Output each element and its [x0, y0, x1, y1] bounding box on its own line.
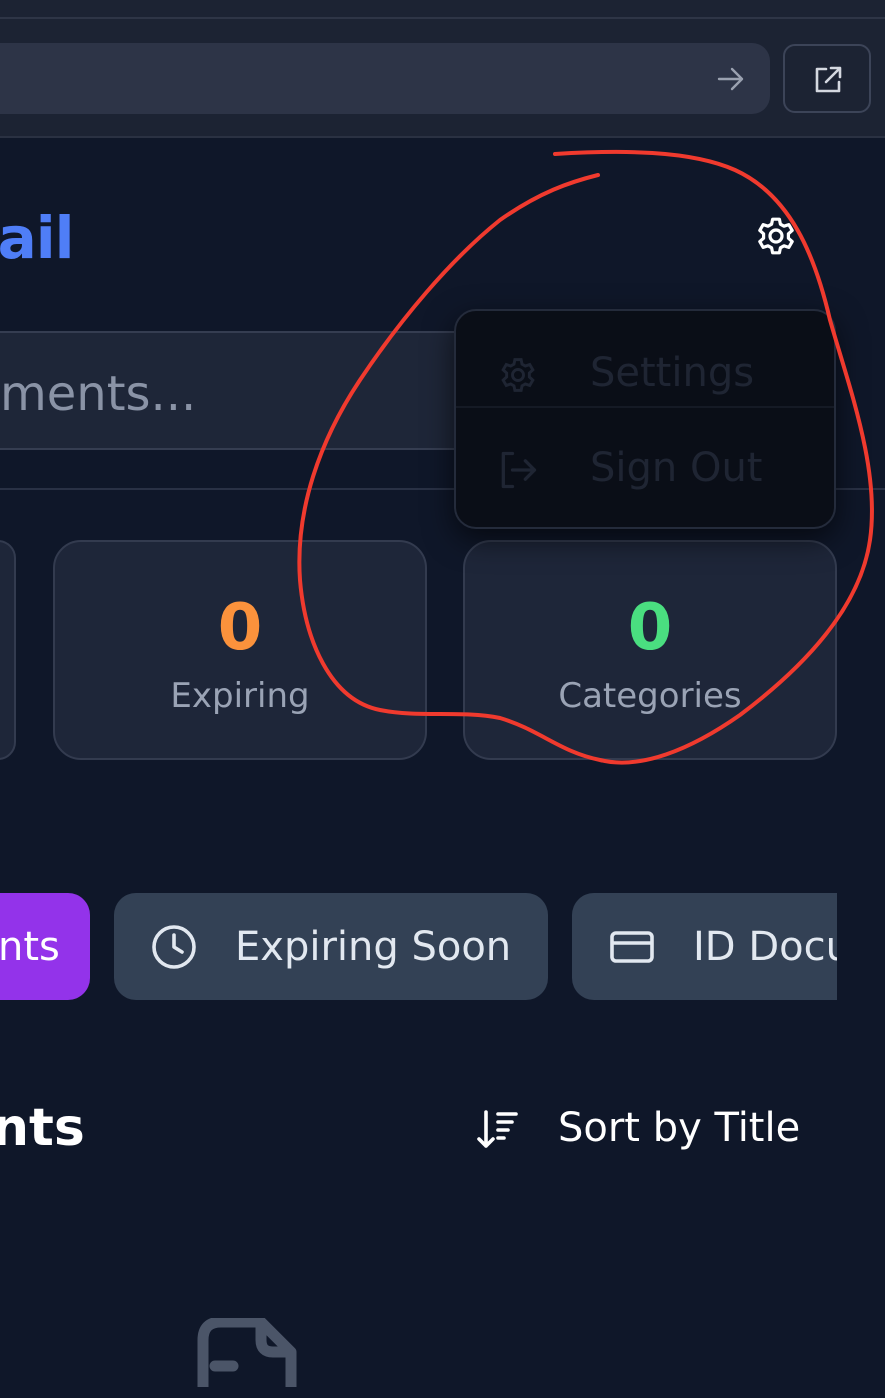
chip-label: nts [0, 924, 60, 970]
stat-value: 0 [627, 591, 673, 665]
stat-value: 0 [217, 591, 263, 665]
stat-card-expiring[interactable]: 0 Expiring [53, 540, 427, 760]
menu-divider [456, 406, 834, 408]
chip-label: Expiring Soon [235, 924, 512, 970]
stat-label: Expiring [170, 676, 310, 716]
filter-chip-expiring-soon[interactable]: Expiring Soon [114, 893, 548, 1000]
stat-card-categories[interactable]: 0 Categories [463, 540, 837, 760]
menu-item-settings[interactable]: Settings [456, 333, 834, 413]
stat-card-partial [0, 540, 16, 760]
menu-item-label: Sign Out [590, 445, 763, 491]
toolbar-bottom-border [0, 136, 885, 138]
sort-label: Sort by Title [558, 1105, 801, 1151]
section-title: nts [0, 1098, 85, 1158]
open-external-button[interactable] [783, 44, 871, 113]
stat-label: Categories [558, 676, 742, 716]
menu-item-sign-out[interactable]: Sign Out [456, 428, 834, 508]
sign-out-icon [501, 451, 537, 489]
address-bar[interactable] [0, 43, 770, 114]
filter-chip-id-documents[interactable]: ID Docu [572, 893, 837, 1000]
chip-label: ID Docu [693, 924, 837, 970]
menu-item-label: Settings [590, 350, 755, 396]
app-brand-title: rail [0, 204, 75, 272]
arrow-right-icon[interactable] [716, 66, 746, 92]
sort-button[interactable]: Sort by Title [470, 1100, 810, 1156]
document-icon [197, 1318, 297, 1387]
search-placeholder: ments... [0, 366, 197, 422]
filter-chip-all-documents[interactable]: nts [0, 893, 90, 1000]
gear-icon[interactable] [752, 212, 800, 260]
gear-icon [501, 358, 535, 392]
sort-descending-icon [477, 1110, 518, 1148]
external-link-icon [815, 66, 842, 93]
id-card-icon [610, 931, 654, 963]
clock-icon [152, 925, 196, 969]
settings-dropdown-menu: Settings Sign Out [454, 309, 836, 529]
toolbar-divider [0, 17, 885, 19]
